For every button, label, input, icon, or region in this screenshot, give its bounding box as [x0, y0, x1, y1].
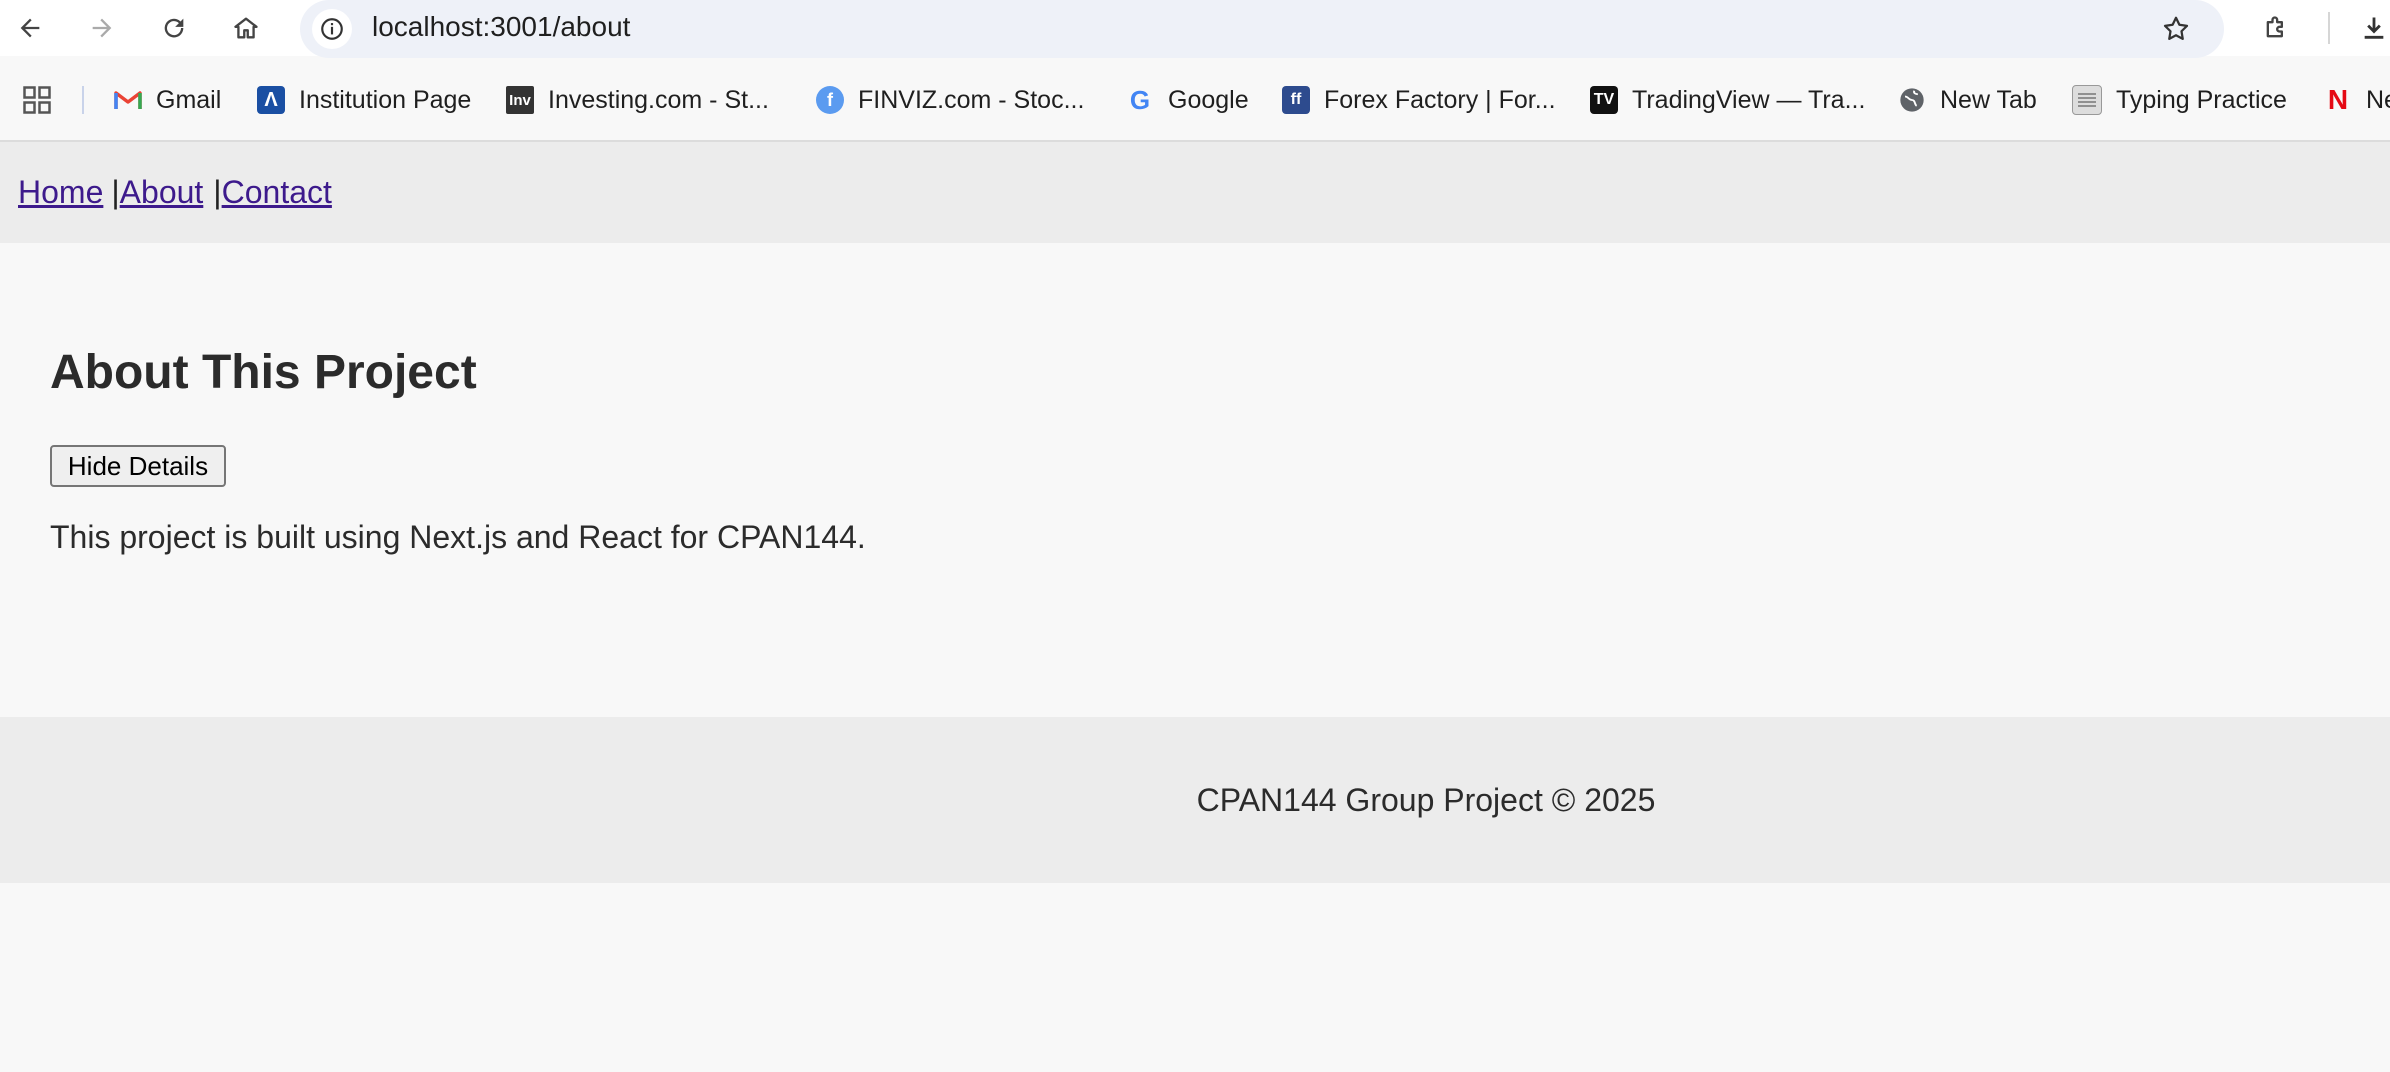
toolbar-divider — [2328, 12, 2330, 44]
address-bar[interactable]: localhost:3001/about — [300, 0, 2224, 58]
bookmark-label: Forex Factory | For... — [1324, 85, 1556, 114]
bookmarks-divider — [82, 86, 84, 114]
bookmark-google[interactable]: G Google — [1126, 76, 1249, 124]
forward-button[interactable] — [80, 6, 124, 50]
star-icon — [2163, 16, 2189, 40]
project-description: This project is built using Next.js and … — [50, 519, 866, 555]
reload-button[interactable] — [152, 6, 196, 50]
reload-icon — [164, 18, 184, 38]
bookmark-finviz[interactable]: f FINVIZ.com - Stoc... — [816, 76, 1084, 124]
download-icon — [2364, 17, 2384, 39]
puzzle-icon — [2266, 16, 2283, 38]
investing-icon: Inv — [506, 86, 534, 114]
bookmark-forex-factory[interactable]: ff Forex Factory | For... — [1282, 76, 1556, 124]
main-content: About This Project Hide Details This pro… — [0, 243, 2390, 717]
site-nav: Home |About |Contact — [0, 142, 2390, 243]
bookmark-institution[interactable]: Λ Institution Page — [257, 76, 471, 124]
bookmark-label: Ne — [2366, 85, 2390, 114]
extensions-button[interactable] — [2254, 6, 2298, 50]
bookmark-gmail[interactable]: Gmail — [114, 76, 221, 124]
nav-links: Home |About |Contact — [18, 142, 332, 243]
google-icon: G — [1129, 84, 1151, 115]
bookmark-new-tab[interactable]: New Tab — [1898, 76, 2037, 124]
nav-link-contact[interactable]: Contact — [222, 174, 332, 210]
tradingview-icon: TV — [1590, 86, 1618, 114]
downloads-button[interactable] — [2360, 6, 2390, 50]
bookmark-label: New Tab — [1940, 85, 2037, 114]
home-button[interactable] — [224, 6, 268, 50]
nav-link-home[interactable]: Home — [18, 174, 103, 210]
arrow-left-icon — [20, 18, 40, 38]
bookmark-label: Gmail — [156, 85, 222, 114]
nav-separator: | — [111, 174, 120, 210]
bookmark-label: TradingView — Tra... — [1632, 85, 1866, 114]
bookmark-label: Investing.com - St... — [548, 85, 769, 114]
apps-button[interactable] — [22, 76, 52, 124]
bookmark-netflix[interactable]: N Ne — [2324, 76, 2390, 124]
hide-details-button[interactable]: Hide Details — [50, 445, 226, 487]
nav-separator: | — [213, 174, 222, 210]
finviz-icon: f — [816, 86, 844, 114]
institution-icon: Λ — [257, 86, 285, 114]
typing-icon — [2072, 85, 2102, 115]
netflix-icon: N — [2327, 84, 2349, 115]
arrow-right-icon — [92, 18, 112, 38]
bookmark-label: FINVIZ.com - Stoc... — [858, 85, 1085, 114]
forex-factory-icon: ff — [1282, 86, 1310, 114]
back-button[interactable] — [8, 6, 52, 50]
bookmark-investing[interactable]: Inv Investing.com - St... — [506, 76, 769, 124]
nav-link-about[interactable]: About — [120, 174, 204, 210]
home-icon — [234, 17, 258, 39]
bookmark-typing-practice[interactable]: Typing Practice — [2072, 76, 2287, 124]
bookmark-label: Typing Practice — [2116, 85, 2287, 114]
bookmark-tradingview[interactable]: TV TradingView — Tra... — [1590, 76, 1865, 124]
bookmarks-bar: Gmail Λ Institution Page Inv Investing.c… — [0, 76, 2390, 124]
page-title: About This Project — [50, 346, 477, 399]
bookmark-star-button[interactable] — [2156, 9, 2196, 49]
footer-text-container: CPAN144 Group Project © 2025 — [0, 717, 2390, 883]
gmail-icon — [114, 86, 142, 114]
apps-grid-icon — [23, 86, 51, 114]
site-footer: CPAN144 Group Project © 2025 — [0, 717, 2390, 883]
browser-toolbar: localhost:3001/about — [0, 0, 2390, 58]
info-icon — [321, 18, 343, 40]
url-text[interactable]: localhost:3001/about — [372, 0, 630, 58]
bookmark-label: Google — [1168, 85, 1249, 114]
site-info-button[interactable] — [312, 9, 352, 49]
footer-text: CPAN144 Group Project © 2025 — [1196, 782, 1656, 818]
globe-icon — [1898, 86, 1926, 114]
bookmark-label: Institution Page — [299, 85, 472, 114]
